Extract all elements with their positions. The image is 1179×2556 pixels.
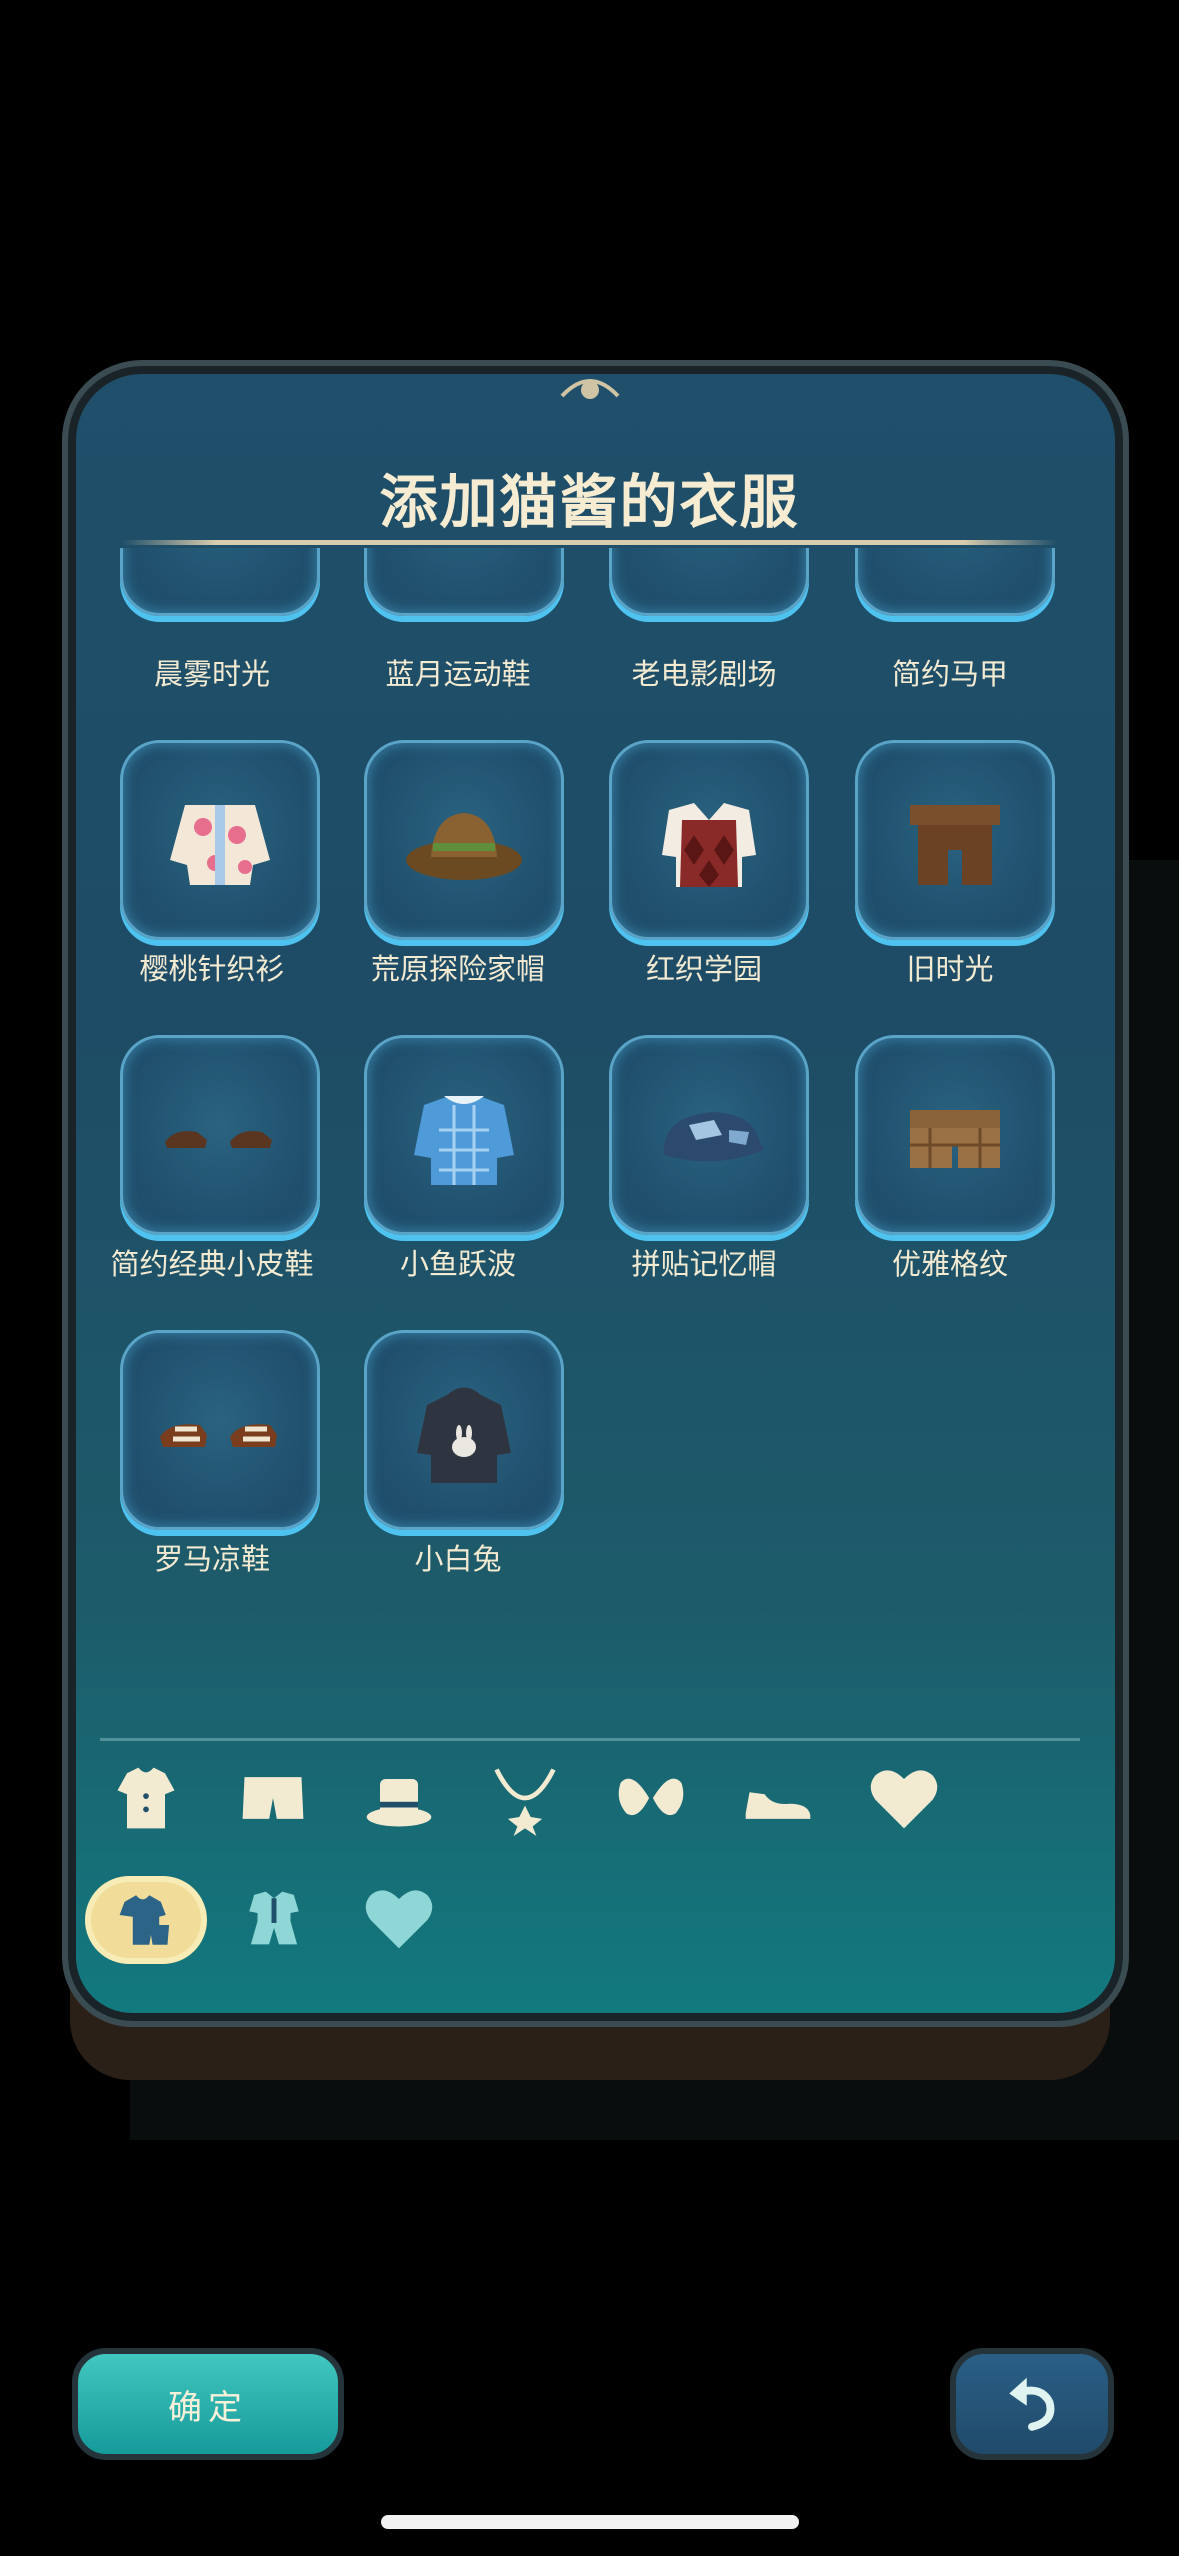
item-label: 蓝月运动鞋 — [385, 657, 531, 691]
item-label: 优雅格纹 — [891, 1247, 1008, 1281]
item-label: 樱桃针织衫 — [139, 952, 285, 986]
item-slot-5[interactable] — [364, 740, 564, 940]
shirt-icon — [117, 1767, 175, 1829]
item-label: 小鱼跃波 — [399, 1247, 516, 1281]
item-label: 拼贴记忆帽 — [631, 1247, 777, 1281]
item-label: 荒原探险家帽 — [370, 952, 545, 986]
subtab-favorites[interactable] — [349, 1882, 449, 1954]
confirm-label: 确定 — [168, 2387, 248, 2428]
title-divider — [122, 540, 1057, 545]
tabs-divider — [100, 1738, 1080, 1741]
cherry-cardigan-icon — [170, 805, 270, 885]
undo-arrow-icon — [1009, 2377, 1055, 2431]
item-slot-13[interactable] — [364, 1330, 564, 1530]
tab-hats[interactable] — [359, 1758, 439, 1838]
item-slot-8[interactable] — [120, 1035, 320, 1235]
page-title: 添加猫酱的衣服 — [379, 468, 800, 536]
item-slot-7[interactable] — [855, 740, 1055, 940]
bow-icon — [618, 1778, 684, 1816]
item-label: 简约马甲 — [891, 657, 1008, 691]
item-slot-2[interactable] — [609, 548, 809, 616]
item-slot-4[interactable] — [120, 740, 320, 940]
leather-shoes-icon — [165, 1131, 272, 1148]
item-label: 老电影剧场 — [631, 657, 777, 691]
tab-accessories[interactable] — [485, 1758, 565, 1838]
item-slot-3[interactable] — [855, 548, 1055, 616]
item-label: 小白兔 — [414, 1542, 502, 1576]
item-slot-1[interactable] — [364, 548, 564, 616]
favorite-heart-icon — [365, 1890, 433, 1949]
blue-plaid-shirt-icon — [414, 1096, 514, 1185]
back-button[interactable] — [950, 2348, 1114, 2460]
item-label: 罗马凉鞋 — [153, 1542, 270, 1576]
subtab-sets[interactable] — [224, 1882, 324, 1954]
shorts-icon — [242, 1777, 304, 1819]
necklace-icon — [494, 1768, 556, 1836]
bunny-hoodie-icon — [417, 1387, 511, 1483]
tab-tops[interactable] — [106, 1758, 186, 1838]
roman-sandals-icon — [160, 1424, 277, 1447]
explorer-hat-icon — [406, 813, 522, 880]
home-indicator[interactable] — [381, 2515, 799, 2529]
item-label: 红织学园 — [645, 952, 762, 986]
outfit-icon — [119, 1895, 170, 1945]
item-slot-11[interactable] — [855, 1035, 1055, 1235]
item-slot-12[interactable] — [120, 1330, 320, 1530]
heart-icon — [870, 1770, 938, 1829]
shoe-icon — [745, 1792, 811, 1819]
argyle-vest-icon — [662, 803, 756, 887]
item-slot-10[interactable] — [609, 1035, 809, 1235]
plaid-shorts-icon — [910, 1110, 1000, 1168]
tab-shoes[interactable] — [738, 1758, 818, 1838]
brown-overalls-icon — [910, 805, 1000, 885]
crest-ornament-icon — [560, 379, 620, 399]
item-label: 晨雾时光 — [153, 657, 270, 691]
item-slot-0[interactable] — [120, 548, 320, 616]
set-icon — [249, 1891, 299, 1945]
confirm-button[interactable]: 确定 — [72, 2348, 344, 2460]
item-label: 简约经典小皮鞋 — [110, 1247, 314, 1281]
item-slot-6[interactable] — [609, 740, 809, 940]
item-grid[interactable]: 晨雾时光 蓝月运动鞋 老电影剧场 简约马甲 樱桃针织衫 荒原探险家帽 红织学园 — [0, 548, 1179, 1738]
tab-bottoms[interactable] — [233, 1758, 313, 1838]
tab-wings[interactable] — [611, 1758, 691, 1838]
tab-favorites[interactable] — [864, 1758, 944, 1838]
hat-icon — [366, 1779, 432, 1827]
item-slot-9[interactable] — [364, 1035, 564, 1235]
patchwork-cap-icon — [664, 1112, 764, 1162]
item-label: 旧时光 — [906, 952, 994, 986]
subtab-outfit[interactable] — [91, 1882, 201, 1958]
